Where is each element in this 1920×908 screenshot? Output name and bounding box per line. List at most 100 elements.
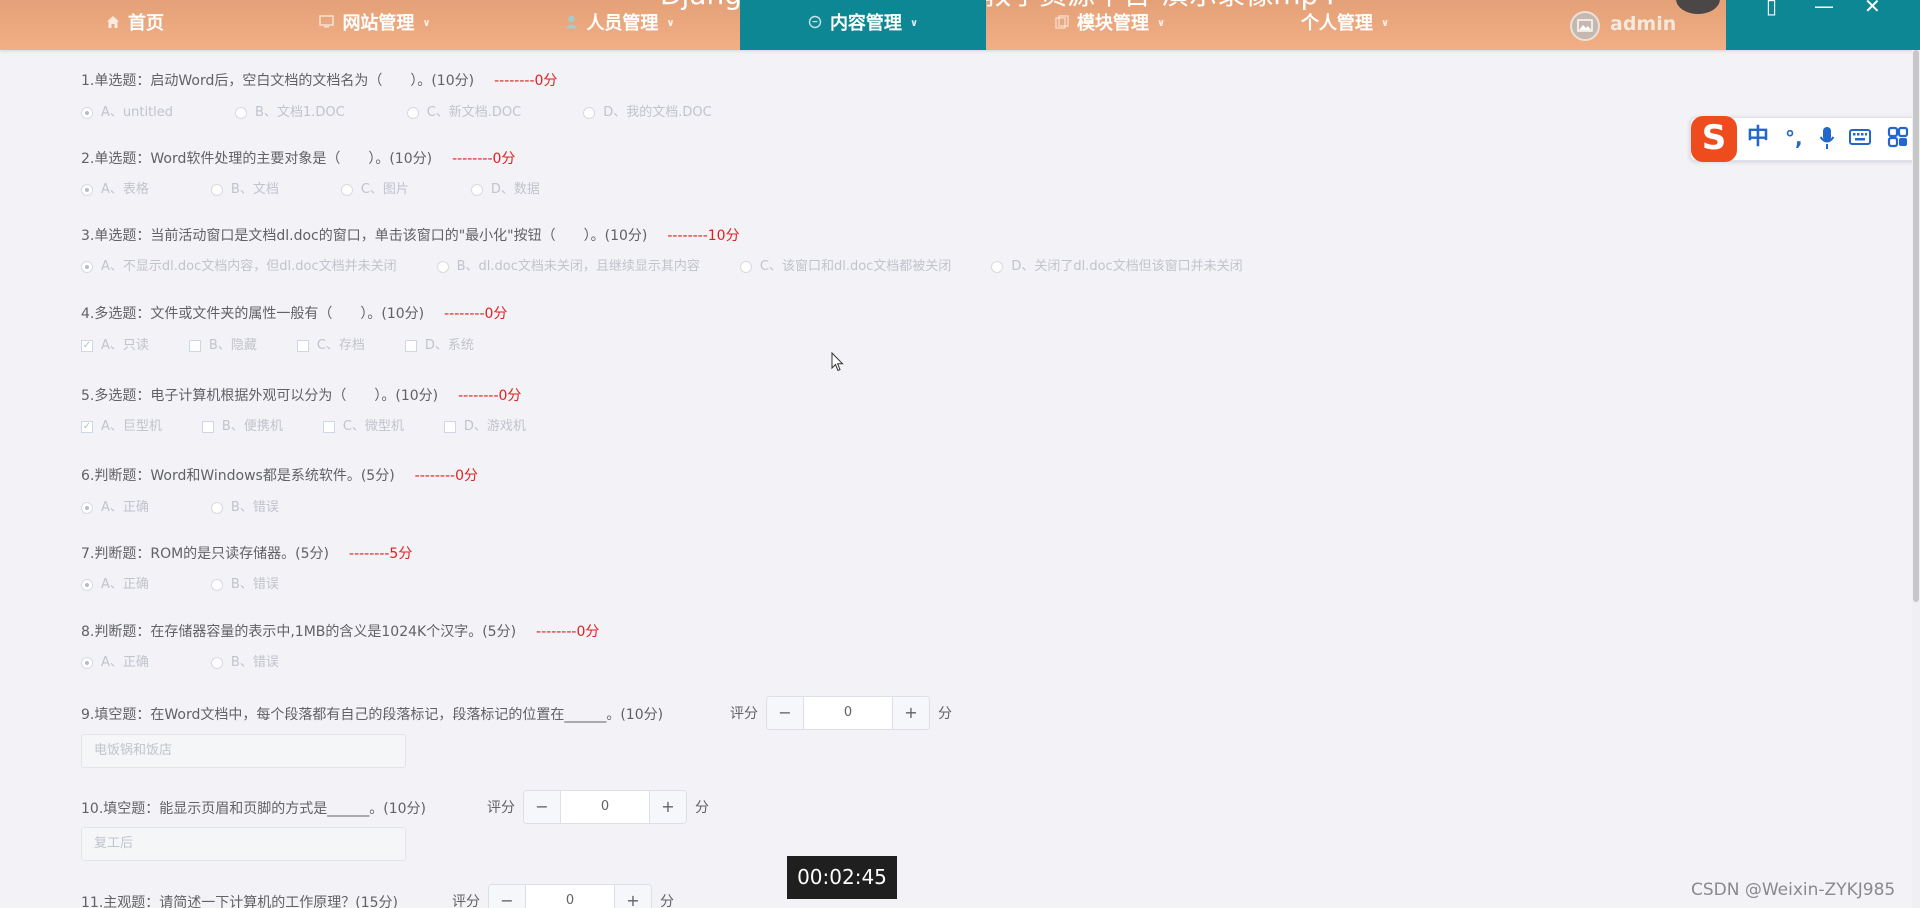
chevron-down-icon: ∨ (422, 18, 431, 29)
checkbox[interactable] (296, 339, 309, 352)
restore-icon[interactable]: ▯ (1766, 0, 1777, 18)
option-c[interactable]: C、微型机 (322, 415, 404, 434)
decrement-button[interactable]: − (524, 791, 561, 823)
option-b[interactable]: B、便携机 (201, 415, 283, 434)
scrollbar-thumb[interactable] (1913, 50, 1919, 602)
monitor-icon (319, 0, 335, 48)
option-b[interactable]: B、dl.doc文档未关闭，且继续显示其内容 (436, 255, 700, 274)
nav-item-user-management[interactable]: 人员管理 ∨ (545, 0, 695, 50)
checkbox[interactable] (188, 339, 201, 352)
option-c[interactable]: C、该窗口和dl.doc文档都被关闭 (739, 255, 951, 274)
radio-button[interactable] (991, 260, 1004, 273)
apps-icon[interactable] (1887, 126, 1909, 154)
grade-input[interactable]: 0 (526, 885, 614, 908)
nav-item-home[interactable]: 首页 (90, 0, 180, 50)
increment-button[interactable]: + (649, 791, 686, 823)
ime-chinese-mode[interactable]: 中 (1747, 126, 1769, 150)
option-b[interactable]: B、文档 (210, 178, 279, 197)
checkbox[interactable] (443, 420, 456, 433)
checkbox-checked[interactable]: ✓ (81, 420, 93, 433)
radio-button[interactable] (81, 260, 93, 273)
option-d[interactable]: D、系统 (404, 334, 474, 353)
radio-button[interactable] (436, 260, 449, 273)
radio-button[interactable] (81, 501, 93, 514)
option-a[interactable]: A、表格 (81, 178, 149, 197)
checkbox[interactable] (201, 420, 214, 433)
radio-button[interactable] (210, 578, 223, 591)
grade-input[interactable]: 0 (561, 791, 649, 823)
option-a[interactable]: A、正确 (81, 573, 149, 592)
option-label: A、untitled (101, 105, 174, 120)
option-d[interactable]: D、游戏机 (443, 415, 526, 434)
radio-button[interactable] (210, 656, 223, 669)
increment-button[interactable]: + (892, 697, 929, 729)
question-5-options: ✓ A、巨型机 B、便携机 C、微型机 D、游戏机 (81, 414, 572, 434)
option-label: A、只读 (101, 338, 149, 353)
option-a[interactable]: ✓ A、只读 (81, 334, 149, 353)
keyboard-icon[interactable] (1849, 126, 1871, 154)
radio-button[interactable] (81, 578, 93, 591)
option-a[interactable]: A、不显示dl.doc文档内容，但dl.doc文档并未关闭 (81, 255, 397, 274)
radio-button[interactable] (406, 106, 419, 119)
copy-icon (1055, 0, 1069, 48)
checkbox[interactable] (404, 339, 417, 352)
option-a[interactable]: A、正确 (81, 496, 149, 515)
option-a[interactable]: ✓ A、巨型机 (81, 415, 162, 434)
radio-button[interactable] (739, 260, 752, 273)
nav-item-personal-management[interactable]: 个人管理 ∨ (1280, 0, 1410, 50)
option-c[interactable]: C、存档 (296, 334, 365, 353)
option-a[interactable]: A、untitled (81, 101, 173, 120)
radio-button[interactable] (340, 183, 353, 196)
media-control-button[interactable] (1676, 0, 1720, 14)
question-score: --------0分 (494, 73, 558, 89)
radio-button[interactable] (81, 106, 93, 119)
option-d[interactable]: D、关闭了dl.doc文档但该窗口并未关闭 (991, 255, 1243, 274)
option-b[interactable]: B、错误 (210, 651, 279, 670)
option-d[interactable]: D、我的文档.DOC (583, 101, 712, 120)
question-title: 8.判断题：在存储器容量的表示中,1MB的含义是1024K个汉字。(5分) (81, 624, 517, 640)
option-b[interactable]: B、隐藏 (188, 334, 257, 353)
ime-punctuation-mode[interactable]: °, (1785, 126, 1803, 150)
mic-icon[interactable] (1819, 126, 1835, 156)
radio-button[interactable] (235, 106, 248, 119)
nav-item-module-management[interactable]: 模块管理 ∨ (1040, 0, 1180, 50)
option-a[interactable]: A、正确 (81, 651, 149, 670)
option-b[interactable]: B、错误 (210, 496, 279, 515)
decrement-button[interactable]: − (767, 697, 804, 729)
option-c[interactable]: C、图片 (340, 178, 409, 197)
question-4-options: ✓ A、只读 B、隐藏 C、存档 D、系统 (81, 333, 520, 353)
radio-button[interactable] (583, 106, 596, 119)
question-7: 7.判断题：ROM的是只读存储器。(5分) --------5分 (81, 543, 412, 563)
option-b[interactable]: B、错误 (210, 573, 279, 592)
sogou-logo-icon[interactable]: S (1691, 116, 1737, 162)
increment-button[interactable]: + (614, 885, 651, 908)
checkbox[interactable] (322, 420, 335, 433)
option-c[interactable]: C、新文档.DOC (406, 101, 521, 120)
option-label: A、正确 (101, 500, 149, 515)
close-icon[interactable]: ✕ (1864, 0, 1881, 18)
radio-button[interactable] (210, 183, 223, 196)
checkbox-checked[interactable]: ✓ (81, 339, 93, 352)
option-b[interactable]: B、文档1.DOC (235, 101, 345, 120)
option-label: B、隐藏 (208, 338, 257, 353)
mouse-cursor-icon (831, 352, 844, 372)
minimize-icon[interactable]: — (1814, 0, 1834, 18)
nav-item-content-management[interactable]: 内容管理 ∨ (740, 0, 986, 50)
question-3-options: A、不显示dl.doc文档内容，但dl.doc文档并未关闭 B、dl.doc文档未… (81, 254, 1289, 274)
answer-field[interactable]: 复工后 (81, 827, 406, 861)
decrement-button[interactable]: − (489, 885, 526, 908)
nav-item-site-management[interactable]: 网站管理 ∨ (300, 0, 450, 50)
option-d[interactable]: D、数据 (470, 178, 540, 197)
user-name[interactable]: admin (1610, 0, 1676, 50)
radio-button[interactable] (210, 501, 223, 514)
grade-unit: 分 (938, 706, 952, 722)
radio-button[interactable] (81, 656, 93, 669)
grade-input[interactable]: 0 (804, 697, 892, 729)
radio-button[interactable] (470, 183, 483, 196)
radio-button[interactable] (81, 183, 93, 196)
avatar[interactable] (1570, 11, 1600, 41)
answer-field[interactable]: 电饭锅和饭店 (81, 734, 406, 768)
grade-unit: 分 (660, 894, 674, 908)
option-label: B、错误 (230, 655, 279, 670)
chevron-down-icon: ∨ (1156, 18, 1166, 29)
